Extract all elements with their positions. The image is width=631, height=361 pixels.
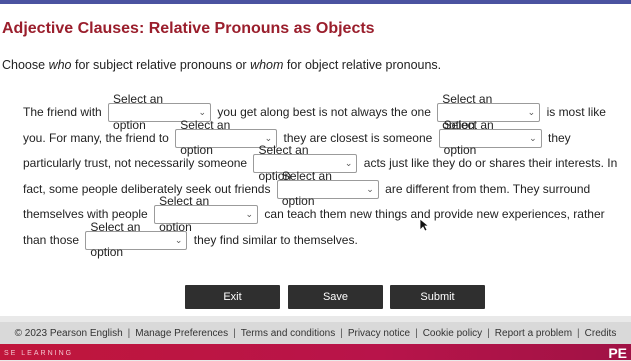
cookie-policy-link[interactable]: Cookie policy <box>423 328 482 339</box>
page-title: Adjective Clauses: Relative Pronouns as … <box>2 20 375 37</box>
instructions-text: Choose <box>2 58 49 72</box>
instructions: Choose who for subject relative pronouns… <box>2 58 441 72</box>
chevron-down-icon: ⌄ <box>529 132 537 143</box>
footer-separator: | <box>487 327 490 339</box>
passage-text: The friend with <box>23 105 102 119</box>
instructions-text: for subject relative pronouns or <box>71 58 251 72</box>
activity-page: Adjective Clauses: Relative Pronouns as … <box>0 4 631 316</box>
select-label: Select an option <box>90 219 141 260</box>
copyright-text: © 2023 Pearson English <box>14 327 123 339</box>
privacy-link[interactable]: Privacy notice <box>348 328 410 339</box>
chevron-down-icon: ⌄ <box>527 107 536 118</box>
instructions-whom: whom <box>250 58 284 72</box>
footer-separator: | <box>340 327 343 339</box>
report-problem-link[interactable]: Report a problem <box>495 328 572 339</box>
submit-button[interactable]: Submit <box>390 285 485 309</box>
manage-preferences-link[interactable]: Manage Preferences <box>135 328 228 339</box>
instructions-text: for object relative pronouns. <box>283 58 442 72</box>
brand-text: SE LEARNING <box>4 350 74 357</box>
chevron-down-icon: ⌄ <box>245 209 254 220</box>
answer-select-8[interactable]: Select an option ⌄ <box>85 220 188 259</box>
instructions-who: who <box>48 58 72 72</box>
footer: © 2023 Pearson English | Manage Preferen… <box>0 322 631 344</box>
credits-link[interactable]: Credits <box>585 328 617 339</box>
pearson-logo: PE <box>608 345 627 361</box>
footer-separator: | <box>577 327 580 339</box>
footer-separator: | <box>127 327 131 339</box>
footer-separator: | <box>233 327 236 339</box>
passage: The friend with Select an option ⌄ you ge… <box>23 92 623 259</box>
pearson-brand-bar: SE LEARNING PE <box>0 344 631 361</box>
chevron-down-icon: ⌄ <box>366 183 374 194</box>
terms-link[interactable]: Terms and conditions <box>241 328 336 339</box>
answer-select-6[interactable]: Select an option ⌄ <box>276 169 379 208</box>
footer-separator: | <box>415 327 418 339</box>
answer-select-7[interactable]: Select an option ⌄ <box>154 194 259 234</box>
save-button[interactable]: Save <box>288 285 383 309</box>
chevron-down-icon: ⌄ <box>174 234 183 245</box>
answer-select-4[interactable]: Select an option ⌄ <box>438 118 542 157</box>
mouse-cursor-icon <box>419 218 429 232</box>
exit-button[interactable]: Exit <box>185 285 280 309</box>
passage-text: they find similar to themselves. <box>193 232 358 247</box>
